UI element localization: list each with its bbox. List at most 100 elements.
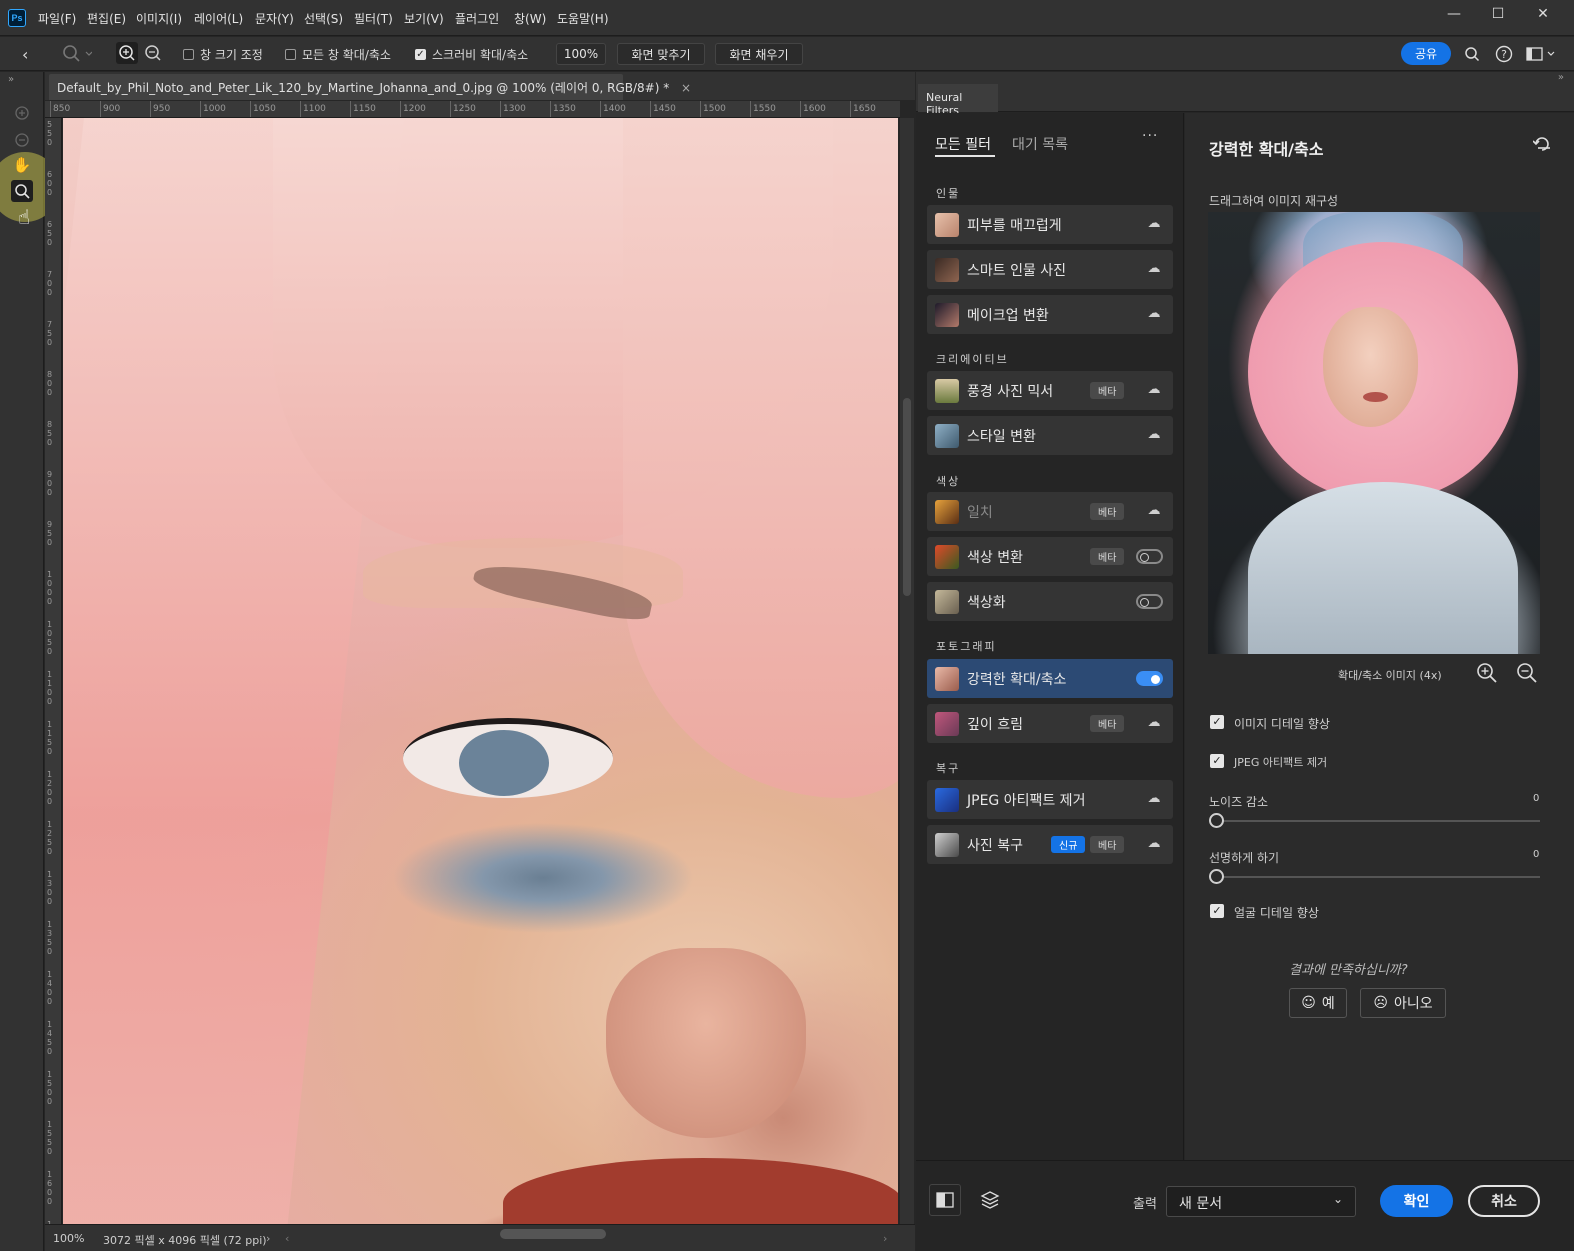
feedback-no-label: 아니오 xyxy=(1393,996,1433,1012)
maximize-icon[interactable]: ☐ xyxy=(1487,6,1509,26)
enhance-detail-checkbox[interactable]: ✓ xyxy=(1210,715,1224,729)
share-button[interactable]: 공유 xyxy=(1401,42,1451,65)
menu-type[interactable]: 문자(Y) xyxy=(255,10,294,27)
minimize-icon[interactable]: — xyxy=(1443,6,1465,26)
filter-colorize[interactable]: 색상화 xyxy=(927,582,1173,621)
filter-toggle[interactable] xyxy=(1136,594,1163,609)
menu-plugins[interactable]: 플러그인 xyxy=(455,10,499,27)
collapse-panel-icon[interactable]: » xyxy=(8,74,14,85)
output-select[interactable]: 새 문서 ⌄ xyxy=(1166,1186,1356,1217)
vertical-scrollbar[interactable] xyxy=(900,118,914,1224)
cloud-download-icon[interactable]: ☁ xyxy=(1145,306,1163,322)
noise-reduction-slider-knob[interactable] xyxy=(1209,813,1224,828)
ruler-label: 1300 xyxy=(503,104,526,114)
status-arrow-icon[interactable]: › xyxy=(266,1232,270,1245)
filter-super-zoom[interactable]: 강력한 확대/축소 xyxy=(927,659,1173,698)
noise-reduction-track[interactable] xyxy=(1210,820,1540,822)
zoom-in-icon[interactable] xyxy=(1476,662,1498,688)
scroll-left-icon[interactable]: ‹ xyxy=(285,1232,289,1245)
cloud-download-icon[interactable]: ☁ xyxy=(1145,503,1163,519)
filter-smart-portrait[interactable]: 스마트 인물 사진 ☁ xyxy=(927,250,1173,289)
cloud-download-icon[interactable]: ☁ xyxy=(1145,382,1163,398)
cloud-download-icon[interactable]: ☁ xyxy=(1145,791,1163,807)
zoom-in-tool-icon[interactable] xyxy=(11,102,33,124)
document-tab[interactable]: Default_by_Phil_Noto_and_Peter_Lik_120_b… xyxy=(49,74,691,100)
close-tab-icon[interactable]: × xyxy=(681,81,691,95)
filter-photo-restoration[interactable]: 사진 복구 신규 베타 ☁ xyxy=(927,825,1173,864)
filter-makeup-transfer[interactable]: 메이크업 변환 ☁ xyxy=(927,295,1173,334)
menu-view[interactable]: 보기(V) xyxy=(404,10,444,27)
sharpen-track[interactable] xyxy=(1210,876,1540,878)
menu-select[interactable]: 선택(S) xyxy=(304,10,343,27)
zoom-all-windows-checkbox[interactable] xyxy=(285,49,296,60)
sharpen-slider-knob[interactable] xyxy=(1209,869,1224,884)
hand-tool-icon[interactable]: ✋ xyxy=(11,154,33,176)
menu-layer[interactable]: 레이어(L) xyxy=(194,10,243,27)
back-chevron-icon[interactable]: ‹ xyxy=(22,45,42,64)
filter-toggle[interactable] xyxy=(1136,671,1163,686)
cloud-download-icon[interactable]: ☁ xyxy=(1145,216,1163,232)
scrubby-zoom-checkbox[interactable] xyxy=(415,49,426,60)
menu-edit[interactable]: 편집(E) xyxy=(87,10,126,27)
resize-windows-checkbox[interactable] xyxy=(183,49,194,60)
face-detail-checkbox[interactable]: ✓ xyxy=(1210,904,1224,918)
fit-screen-button[interactable]: 화면 맞추기 xyxy=(617,43,705,65)
menu-image[interactable]: 이미지(I) xyxy=(136,10,182,27)
filter-color-transfer[interactable]: 색상 변환 베타 xyxy=(927,537,1173,576)
filter-skin-smoothing[interactable]: 피부를 매끄럽게 ☁ xyxy=(927,205,1173,244)
feedback-yes-button[interactable]: ☺ 예 xyxy=(1289,988,1347,1018)
layers-preview-icon[interactable] xyxy=(980,1190,1000,1214)
filter-jpeg-artifacts-removal[interactable]: JPEG 아티팩트 제거 ☁ xyxy=(927,780,1173,819)
close-icon[interactable]: ✕ xyxy=(1532,6,1554,26)
horizontal-scroll-thumb[interactable] xyxy=(500,1229,606,1239)
zoom-tool-preset-icon[interactable] xyxy=(62,44,93,68)
collapse-panel-right-icon[interactable]: » xyxy=(1558,72,1564,83)
filter-harmonization[interactable]: 일치 베타 ☁ xyxy=(927,492,1173,531)
vertical-scroll-thumb[interactable] xyxy=(903,398,911,596)
cloud-download-icon[interactable]: ☁ xyxy=(1145,261,1163,277)
help-icon[interactable]: ? xyxy=(1495,45,1513,67)
menu-filter[interactable]: 필터(T) xyxy=(354,10,393,27)
zoom-tool-icon[interactable] xyxy=(11,180,33,202)
search-icon[interactable] xyxy=(1464,46,1480,66)
tab-all-filters[interactable]: 모든 필터 xyxy=(935,134,991,154)
smart-portrait-thumbnail xyxy=(935,258,959,282)
filter-depth-blur[interactable]: 깊이 흐림 베타 ☁ xyxy=(927,704,1173,743)
more-horizontal-icon[interactable]: ··· xyxy=(1142,128,1158,144)
ruler-label: 1400 xyxy=(603,104,626,114)
zoom-out-mode-icon[interactable] xyxy=(142,42,164,64)
zoom-out-icon[interactable] xyxy=(1516,662,1538,688)
ruler-tick xyxy=(400,101,401,117)
scroll-right-icon[interactable]: › xyxy=(883,1232,887,1245)
zoom-in-mode-icon[interactable] xyxy=(116,42,138,64)
noise-reduction-value: 0 xyxy=(1533,793,1540,804)
ok-button[interactable]: 확인 xyxy=(1380,1185,1453,1217)
ruler-label: 1450 xyxy=(653,104,676,114)
status-zoom[interactable]: 100% xyxy=(53,1232,84,1245)
zoom-out-tool-icon[interactable] xyxy=(11,129,33,151)
workspace-icon[interactable] xyxy=(1526,46,1556,66)
zoom-percent-field[interactable]: 100% xyxy=(556,43,606,65)
document-canvas[interactable] xyxy=(63,118,898,1224)
filter-label: 일치 xyxy=(967,505,993,521)
cloud-download-icon[interactable]: ☁ xyxy=(1145,715,1163,731)
before-after-icon[interactable] xyxy=(929,1184,961,1216)
beta-badge: 베타 xyxy=(1090,503,1125,520)
cloud-download-icon[interactable]: ☁ xyxy=(1145,427,1163,443)
tab-waitlist[interactable]: 대기 목록 xyxy=(1012,134,1068,154)
ruler-label: 1350 xyxy=(553,104,576,114)
cloud-download-icon[interactable]: ☁ xyxy=(1145,836,1163,852)
filter-toggle[interactable] xyxy=(1136,549,1163,564)
jpeg-removal-checkbox[interactable]: ✓ xyxy=(1210,754,1224,768)
fill-screen-button[interactable]: 화면 채우기 xyxy=(715,43,803,65)
filter-landscape-mixer[interactable]: 풍경 사진 믹서 베타 ☁ xyxy=(927,371,1173,410)
reset-icon[interactable] xyxy=(1532,136,1552,156)
filter-style-transfer[interactable]: 스타일 변환 ☁ xyxy=(927,416,1173,455)
menu-window[interactable]: 창(W) xyxy=(514,10,546,27)
cancel-button[interactable]: 취소 xyxy=(1468,1185,1540,1217)
menu-file[interactable]: 파일(F) xyxy=(38,10,76,27)
preview-image[interactable] xyxy=(1208,212,1540,654)
feedback-no-button[interactable]: ☹ 아니오 xyxy=(1360,988,1446,1018)
menu-help[interactable]: 도움말(H) xyxy=(557,10,609,27)
neural-filters-tab[interactable]: Neural Filters xyxy=(918,84,998,117)
